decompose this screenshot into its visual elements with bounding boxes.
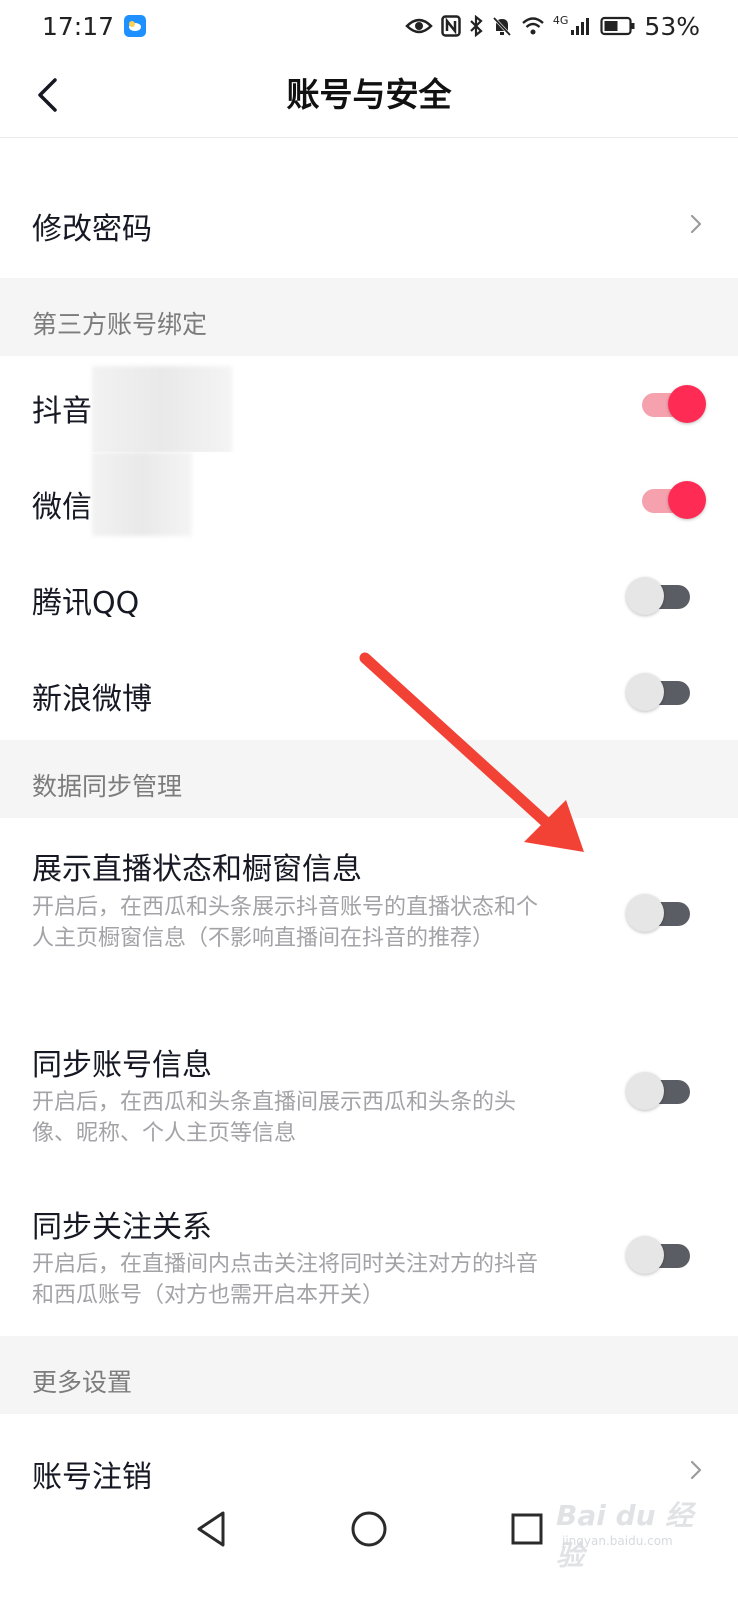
binding-row-douyin: 抖音 [0,356,738,454]
toggle-account-info[interactable] [626,1072,692,1110]
binding-row-wechat: 微信 [0,452,738,548]
battery-percent: 53% [644,11,700,41]
redacted-account-name [92,452,192,536]
section-label-more: 更多设置 [32,1368,133,1397]
bluetooth-icon [470,15,483,37]
toggle-knob [626,1236,664,1274]
chevron-right-icon [686,1456,706,1484]
sync-desc-follow: 开启后，在直播间内点击关注将同时关注对方的抖音和西瓜账号（对方也需开启本开关） [32,1252,539,1308]
section-third-party: 第三方账号绑定 [0,278,738,356]
system-recents-button[interactable] [502,1504,552,1554]
binding-row-qq: 腾讯QQ [0,548,738,644]
change-password-row[interactable]: 修改密码 [0,170,738,278]
page-title: 账号与安全 [286,75,452,114]
binding-label-douyin: 抖音 [32,394,92,429]
sync-label-live-status: 展示直播状态和橱窗信息 [32,852,362,887]
toggle-douyin[interactable] [640,385,706,423]
signal-icon [571,18,590,35]
wifi-icon [522,17,544,35]
mute-icon [492,16,511,37]
toggle-qq[interactable] [626,577,692,615]
sync-label-account-info: 同步账号信息 [32,1048,212,1083]
status-left: 17:17 [42,11,147,41]
change-password-label: 修改密码 [32,212,152,247]
toggle-weibo[interactable] [626,673,692,711]
weather-icon [124,15,147,37]
eye-icon [405,18,433,34]
watermark-sub: jingyan.baidu.com [562,1534,673,1548]
sync-row-account-info: 同步账号信息 开启后，在西瓜和头条直播间展示西瓜和头条的头像、昵称、个人主页等信… [0,1010,738,1172]
battery-icon [600,16,635,36]
toggle-knob [668,385,706,423]
chevron-right-icon [686,210,706,238]
baidu-jingyan-watermark: Bai du 经验 jingyan.baidu.com [556,1490,706,1572]
binding-label-qq: 腾讯QQ [32,586,140,621]
network-label: 4G [552,13,569,27]
toggle-knob [668,481,706,519]
binding-label-wechat: 微信 [32,490,92,525]
toggle-knob [626,894,664,932]
toggle-knob [626,673,664,711]
circle-home-icon [351,1511,387,1547]
toggle-wechat[interactable] [640,481,706,519]
toggle-knob [626,577,664,615]
section-label-data-sync: 数据同步管理 [32,772,183,801]
square-recents-icon [511,1513,543,1545]
sync-row-live-status: 展示直播状态和橱窗信息 开启后，在西瓜和头条展示抖音账号的直播状态和个人主页橱窗… [0,818,738,1010]
status-time: 17:17 [42,11,115,41]
section-more: 更多设置 [0,1336,738,1414]
binding-row-weibo: 新浪微博 [0,644,738,740]
section-label-third-party: 第三方账号绑定 [32,310,208,339]
nav-bar: 账号与安全 [0,52,738,138]
sync-desc-account-info: 开启后，在西瓜和头条直播间展示西瓜和头条的头像、昵称、个人主页等信息 [32,1090,517,1146]
binding-label-weibo: 新浪微博 [32,682,152,717]
status-right: 4G 53% [405,12,700,41]
toggle-knob [626,1072,664,1110]
sync-label-follow: 同步关注关系 [32,1210,212,1245]
triangle-back-icon [197,1511,225,1547]
status-bar: 17:17 4G 53% [0,0,738,52]
toggle-live-status[interactable] [626,894,692,932]
sync-row-follow: 同步关注关系 开启后，在直播间内点击关注将同时关注对方的抖音和西瓜账号（对方也需… [0,1172,738,1336]
system-home-button[interactable] [344,1504,394,1554]
system-back-button[interactable] [186,1504,236,1554]
toggle-follow[interactable] [626,1236,692,1274]
section-data-sync: 数据同步管理 [0,740,738,818]
sync-desc-live-status: 开启后，在西瓜和头条展示抖音账号的直播状态和个人主页橱窗信息（不影响直播间在抖音… [32,895,539,951]
redacted-account-name [92,366,232,454]
nfc-icon [441,15,461,37]
